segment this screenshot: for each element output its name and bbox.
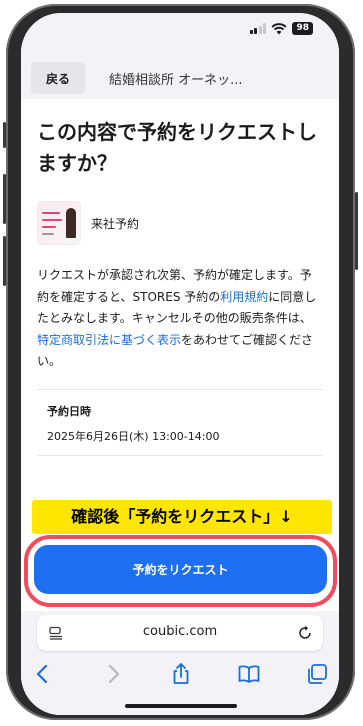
volume-down-button: [3, 236, 6, 286]
shop-name: 来社予約: [91, 216, 140, 231]
browser-bar: coubic.com: [21, 611, 339, 715]
url-text: coubic.com: [142, 624, 218, 639]
datetime-label: 予約日時: [47, 404, 91, 418]
back-chevron-icon[interactable]: [31, 662, 55, 686]
mute-switch: [3, 122, 6, 148]
reload-icon[interactable]: [297, 625, 313, 641]
battery-indicator: 98: [292, 22, 313, 35]
address-bar[interactable]: coubic.com: [37, 615, 323, 651]
bookmarks-icon[interactable]: [237, 662, 261, 686]
cellular-signal-icon: [249, 23, 267, 34]
forward-chevron-icon[interactable]: [101, 662, 125, 686]
screen: 98 戻る 結婚相談所 オーネッ... この内容で予約をリクエストしますか？ 来…: [21, 13, 339, 715]
commerce-law-link[interactable]: 特定商取引法に基づく表示: [37, 333, 181, 347]
back-button[interactable]: 戻る: [31, 62, 85, 94]
share-icon[interactable]: [169, 662, 193, 686]
divider: [37, 454, 323, 456]
wifi-icon: [271, 22, 287, 34]
instruction-banner: 確認後「予約をリクエスト」↓: [32, 500, 332, 534]
reservation-datetime: 予約日時 2025年6月26日(木) 13:00-14:00: [37, 390, 323, 455]
browser-toolbar: [21, 662, 339, 692]
status-bar: 98: [21, 13, 339, 59]
request-reservation-button[interactable]: 予約をリクエスト: [34, 545, 327, 594]
terms-link[interactable]: 利用規約: [220, 290, 268, 304]
shop-thumbnail: [37, 201, 81, 245]
shop-row: 来社予約: [37, 201, 323, 245]
tabs-icon[interactable]: [305, 662, 329, 686]
home-indicator: [125, 704, 237, 708]
datetime-value: 2025年6月26日(木) 13:00-14:00: [47, 429, 220, 443]
power-button: [355, 192, 358, 270]
status-icons: 98: [249, 22, 313, 35]
page-title: この内容で予約をリクエストしますか？: [37, 120, 317, 175]
terms-notice: リクエストが承認され次第、予約が確定します。予約を確定すると、STORES 予約…: [37, 265, 323, 373]
nav-bar: 戻る 結婚相談所 オーネッ...: [21, 59, 339, 99]
volume-up-button: [3, 174, 6, 224]
nav-title: 結婚相談所 オーネッ...: [109, 73, 243, 88]
